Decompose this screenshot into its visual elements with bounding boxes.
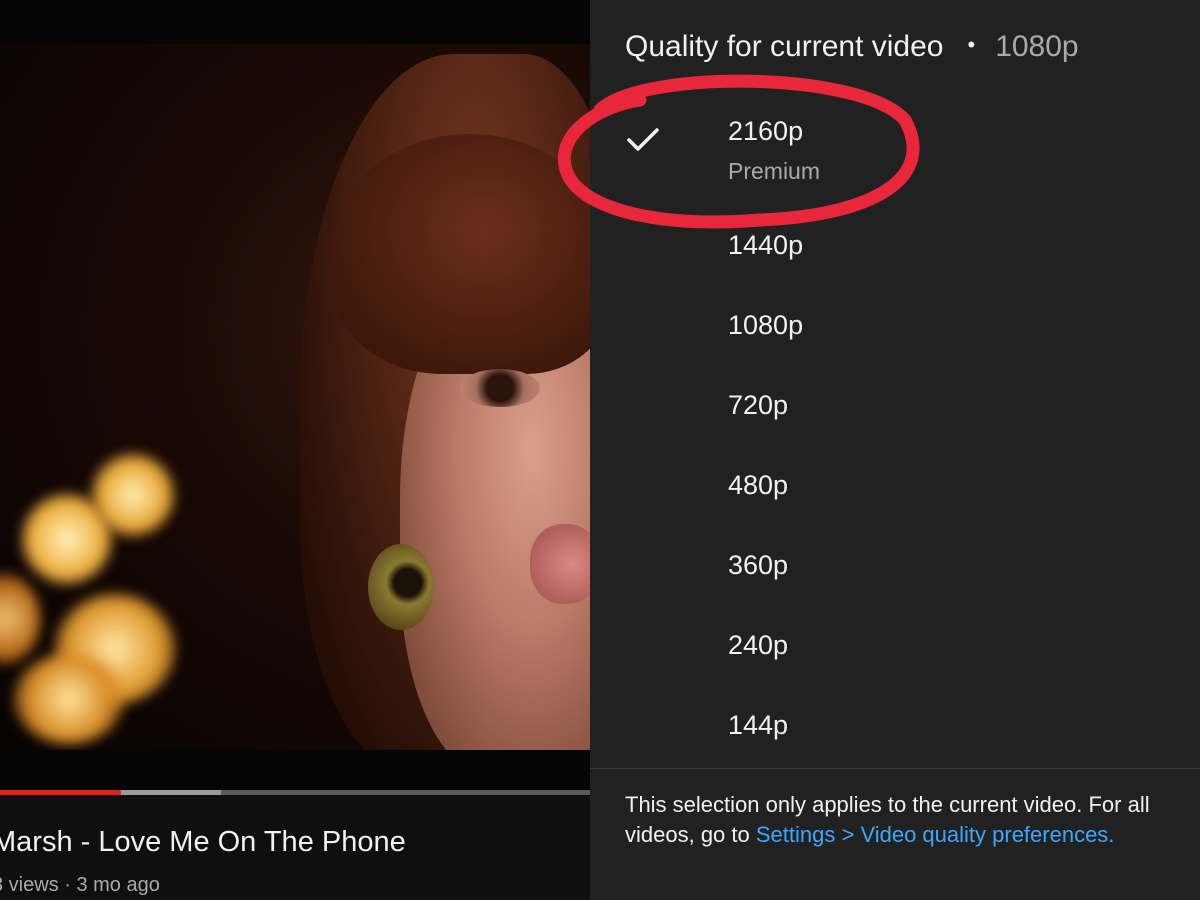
quality-footnote: This selection only applies to the curre… [625, 790, 1185, 850]
quality-option-720p[interactable]: 720p [590, 370, 1200, 440]
letterbox-bottom [0, 750, 590, 790]
quality-option-label: 2160p [728, 116, 804, 146]
divider [590, 768, 1200, 769]
quality-option-240p[interactable]: 240p [590, 610, 1200, 680]
progress-bar[interactable] [0, 790, 590, 795]
quality-option-label: 360p [728, 550, 789, 580]
quality-option-label: 1440p [728, 230, 804, 260]
bokeh-light [0, 574, 40, 664]
lips [530, 524, 590, 604]
video-player[interactable]: Marsh - Love Me On The Phone 3 views · 3… [0, 0, 590, 900]
video-frame[interactable] [0, 44, 590, 750]
earring [368, 544, 434, 630]
bangs [330, 134, 590, 374]
quality-option-label: 720p [728, 390, 789, 420]
quality-option-1080p[interactable]: 1080p [590, 290, 1200, 360]
quality-option-2160p[interactable]: 2160p Premium [590, 100, 1200, 200]
settings-link[interactable]: Settings > Video quality preferences. [756, 822, 1115, 847]
quality-option-label: 144p [728, 710, 789, 740]
quality-panel: Quality for current video • 1080p 2160p Pr… [590, 0, 1200, 900]
panel-title: Quality for current video [625, 30, 944, 63]
letterbox-top [0, 0, 590, 44]
video-title[interactable]: Marsh - Love Me On The Phone [0, 826, 406, 859]
bokeh-light [92, 454, 174, 536]
quality-option-144p[interactable]: 144p [590, 690, 1200, 760]
quality-option-label: 1080p [728, 310, 804, 340]
quality-option-480p[interactable]: 480p [590, 450, 1200, 520]
header-separator: • [967, 32, 976, 57]
quality-option-label: 240p [728, 630, 789, 660]
video-meta: 3 views · 3 mo ago [0, 874, 160, 896]
current-quality: 1080p [995, 30, 1079, 63]
quality-option-sublabel: Premium [728, 158, 821, 184]
bokeh-light [14, 654, 124, 744]
progress-played [0, 790, 121, 795]
panel-header: Quality for current video • 1080p [625, 30, 1079, 64]
quality-option-1440p[interactable]: 1440p [590, 210, 1200, 280]
quality-option-label: 480p [728, 470, 789, 500]
quality-option-360p[interactable]: 360p [590, 530, 1200, 600]
eye [460, 369, 540, 407]
